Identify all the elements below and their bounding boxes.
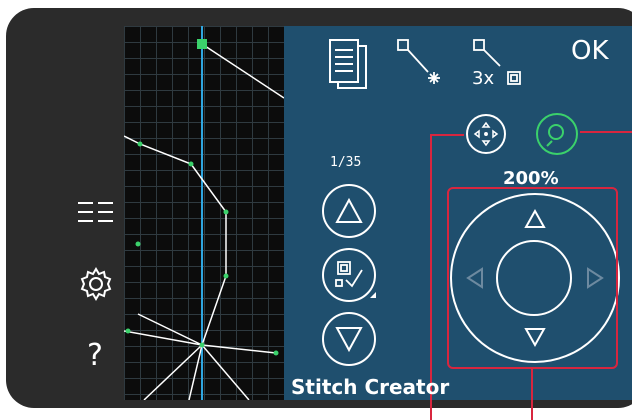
pages-icon[interactable] bbox=[326, 36, 372, 92]
select-check-icon bbox=[335, 261, 363, 288]
callout-line bbox=[430, 134, 464, 136]
select-stitch-button[interactable] bbox=[322, 248, 376, 302]
callout-line bbox=[531, 369, 533, 420]
ok-button[interactable]: OK bbox=[571, 36, 609, 66]
page-title: Stitch Creator bbox=[291, 375, 450, 399]
dropdown-corner-icon bbox=[370, 292, 376, 298]
insert-stitch-icon[interactable] bbox=[394, 36, 444, 92]
stitch-grid[interactable] bbox=[124, 26, 284, 400]
move-icon bbox=[473, 121, 499, 147]
triangle-up-icon bbox=[335, 197, 363, 223]
triple-stitch-button[interactable]: 3x bbox=[468, 36, 528, 92]
menu-icon[interactable] bbox=[75, 197, 119, 233]
move-button[interactable] bbox=[466, 114, 506, 154]
magnifier-icon bbox=[546, 124, 564, 147]
stitch-counter: 1/35 bbox=[330, 155, 362, 170]
previous-stitch-button[interactable] bbox=[322, 184, 376, 238]
gear-icon[interactable] bbox=[78, 266, 114, 302]
navigation-callout-box bbox=[447, 187, 618, 369]
callout-line bbox=[580, 131, 632, 133]
zoom-button[interactable] bbox=[536, 113, 578, 155]
triangle-down-icon bbox=[335, 327, 363, 353]
selected-stitch-point bbox=[197, 39, 207, 49]
next-stitch-button[interactable] bbox=[322, 312, 376, 366]
help-button[interactable]: ? bbox=[80, 338, 110, 378]
triple-stitch-label: 3x bbox=[472, 68, 495, 89]
zoom-level: 200% bbox=[503, 168, 559, 189]
